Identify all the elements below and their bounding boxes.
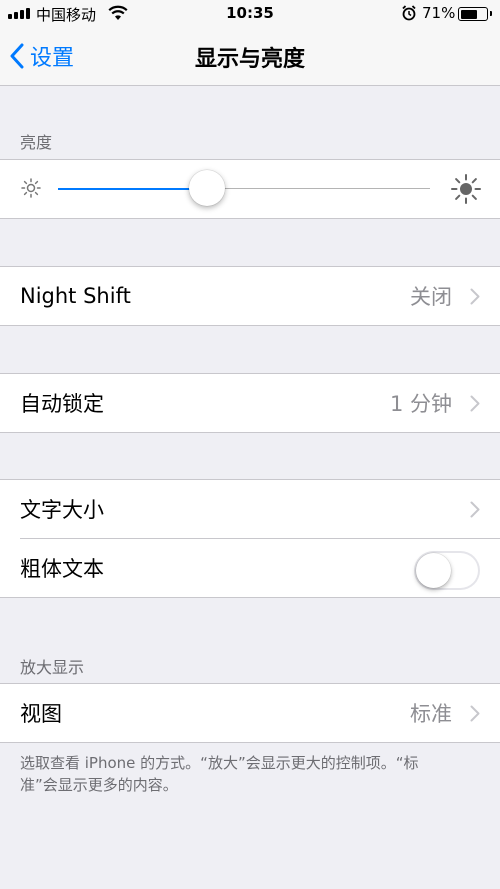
view-label: 视图 <box>20 702 62 726</box>
auto-lock-cell[interactable]: 自动锁定 1 分钟 <box>0 374 500 432</box>
brightness-row <box>0 160 500 218</box>
sun-large-icon <box>450 173 482 209</box>
navigation-bar: 设置 显示与亮度 <box>0 28 500 86</box>
view-cell[interactable]: 视图 标准 <box>0 684 500 742</box>
page-title: 显示与亮度 <box>194 47 305 72</box>
zoom-header: 放大显示 <box>20 658 85 677</box>
text-size-label: 文字大小 <box>20 498 104 522</box>
brightness-fill <box>58 188 207 190</box>
battery-percent: 71% <box>422 4 456 22</box>
zoom-footer-text: 选取查看 iPhone 的方式。“放大”会显示更大的控制项。“标准”会显示更多的… <box>20 754 419 794</box>
text-group: 文字大小 粗体文本 <box>0 479 500 598</box>
brightness-slider[interactable] <box>58 170 430 206</box>
text-size-cell[interactable]: 文字大小 <box>0 480 500 538</box>
auto-lock-value: 1 分钟 <box>389 392 452 416</box>
night-shift-cell[interactable]: Night Shift 关闭 <box>0 267 500 325</box>
chevron-right-icon <box>470 501 480 518</box>
alarm-icon <box>402 5 416 25</box>
zoom-group: 视图 标准 <box>0 683 500 743</box>
chevron-right-icon <box>470 705 480 722</box>
chevron-right-icon <box>470 288 480 305</box>
auto-lock-group: 自动锁定 1 分钟 <box>0 373 500 433</box>
bold-text-toggle[interactable] <box>414 551 480 590</box>
brightness-group <box>0 159 500 219</box>
night-shift-value: 关闭 <box>410 285 452 309</box>
status-bar: 中国移动 10:35 71% <box>0 0 500 28</box>
battery-icon <box>458 7 492 21</box>
auto-lock-label: 自动锁定 <box>20 392 104 416</box>
brightness-header: 亮度 <box>20 133 53 152</box>
bold-text-cell: 粗体文本 <box>0 539 500 597</box>
bold-text-label: 粗体文本 <box>20 557 104 581</box>
night-shift-group: Night Shift 关闭 <box>0 266 500 326</box>
night-shift-label: Night Shift <box>20 284 131 308</box>
toggle-knob <box>416 553 451 588</box>
chevron-right-icon <box>470 395 480 412</box>
view-value: 标准 <box>410 702 452 726</box>
sun-small-icon <box>20 177 42 203</box>
brightness-slider-thumb[interactable] <box>188 170 225 206</box>
